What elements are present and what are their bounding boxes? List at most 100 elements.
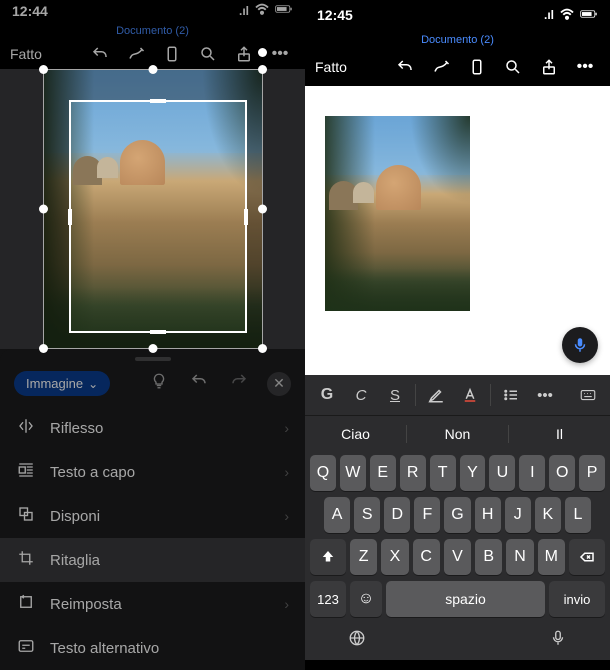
menu-arrange[interactable]: Disponi › xyxy=(0,494,305,538)
key-d[interactable]: D xyxy=(384,497,410,533)
key-enter[interactable]: invio xyxy=(549,581,605,617)
bold-button[interactable]: G xyxy=(311,380,343,410)
suggestion[interactable]: Ciao xyxy=(305,418,406,450)
underline-button[interactable]: S xyxy=(379,380,411,410)
key-backspace[interactable] xyxy=(569,539,605,575)
key-p[interactable]: P xyxy=(579,455,605,491)
key-m[interactable]: M xyxy=(538,539,565,575)
chevron-right-icon: › xyxy=(284,420,289,436)
mobile-icon[interactable] xyxy=(462,52,492,82)
key-r[interactable]: R xyxy=(400,455,426,491)
menu-reflect[interactable]: Riflesso › xyxy=(0,406,305,450)
key-shift[interactable] xyxy=(310,539,346,575)
suggestion-bar: Ciao Non Il xyxy=(305,415,610,451)
format-more-icon[interactable]: ••• xyxy=(529,380,561,410)
canvas[interactable] xyxy=(0,69,305,349)
highlight-icon[interactable] xyxy=(420,380,452,410)
suggestion[interactable]: Il xyxy=(509,418,610,450)
draw-icon[interactable] xyxy=(426,52,456,82)
key-z[interactable]: Z xyxy=(350,539,377,575)
dictation-fab[interactable] xyxy=(562,327,598,363)
key-e[interactable]: E xyxy=(370,455,396,491)
italic-button[interactable]: C xyxy=(345,380,377,410)
key-x[interactable]: X xyxy=(381,539,408,575)
key-k[interactable]: K xyxy=(535,497,561,533)
menu-alt-text[interactable]: Testo alternativo xyxy=(0,626,305,670)
share-icon[interactable] xyxy=(534,52,564,82)
key-space[interactable]: spazio xyxy=(386,581,545,617)
status-bar: 12:45 .ıl xyxy=(305,0,610,30)
reset-icon xyxy=(16,593,36,615)
key-c[interactable]: C xyxy=(413,539,440,575)
key-numeric[interactable]: 123 xyxy=(310,581,346,617)
undo-drawer-icon[interactable] xyxy=(187,372,211,395)
globe-icon[interactable] xyxy=(348,629,366,652)
doc-title[interactable]: Documento (2) xyxy=(0,21,305,39)
image-selected[interactable] xyxy=(43,69,263,349)
crop-overlay[interactable] xyxy=(69,100,247,333)
key-a[interactable]: A xyxy=(324,497,350,533)
more-icon[interactable]: ••• xyxy=(570,52,600,82)
image-options-drawer: Immagine ✕ Riflesso › Testo a capo › Dis… xyxy=(0,349,305,670)
draw-icon[interactable] xyxy=(121,39,151,69)
drawer-grabber[interactable] xyxy=(135,357,171,361)
done-button[interactable]: Fatto xyxy=(10,46,42,62)
key-i[interactable]: I xyxy=(519,455,545,491)
status-time: 12:44 xyxy=(12,3,48,19)
key-emoji[interactable]: ☺ xyxy=(350,581,382,617)
undo-icon[interactable] xyxy=(85,39,115,69)
canvas[interactable] xyxy=(305,86,610,375)
status-time: 12:45 xyxy=(317,7,353,23)
key-q[interactable]: Q xyxy=(310,455,336,491)
key-f[interactable]: F xyxy=(414,497,440,533)
arrange-icon xyxy=(16,505,36,527)
key-o[interactable]: O xyxy=(549,455,575,491)
reflect-icon xyxy=(16,417,36,439)
menu-wrap[interactable]: Testo a capo › xyxy=(0,450,305,494)
search-icon[interactable] xyxy=(193,39,223,69)
key-h[interactable]: H xyxy=(475,497,501,533)
crop-icon xyxy=(16,549,36,571)
done-button[interactable]: Fatto xyxy=(315,59,347,75)
status-bar: 12:44 .ıl xyxy=(0,0,305,21)
key-l[interactable]: L xyxy=(565,497,591,533)
share-icon[interactable] xyxy=(229,39,259,69)
wifi-icon xyxy=(558,5,576,26)
close-drawer-icon[interactable]: ✕ xyxy=(267,372,291,396)
keyboard-toggle-icon[interactable] xyxy=(572,380,604,410)
menu-label: Testo alternativo xyxy=(50,640,159,657)
signal-icon: .ıl xyxy=(239,4,249,18)
font-color-icon[interactable] xyxy=(454,380,486,410)
key-y[interactable]: Y xyxy=(460,455,486,491)
mic-icon[interactable] xyxy=(549,629,567,652)
drawer-header: Immagine ✕ xyxy=(0,371,305,406)
key-j[interactable]: J xyxy=(505,497,531,533)
key-t[interactable]: T xyxy=(430,455,456,491)
menu-crop[interactable]: Ritaglia xyxy=(0,538,305,582)
search-icon[interactable] xyxy=(498,52,528,82)
key-n[interactable]: N xyxy=(506,539,533,575)
chevron-right-icon: › xyxy=(284,508,289,524)
image-content xyxy=(325,116,470,311)
menu-label: Reimposta xyxy=(50,596,122,613)
key-w[interactable]: W xyxy=(340,455,366,491)
suggestion[interactable]: Non xyxy=(407,418,508,450)
list-icon[interactable] xyxy=(495,380,527,410)
key-v[interactable]: V xyxy=(444,539,471,575)
doc-title[interactable]: Documento (2) xyxy=(305,30,610,48)
screen-left: 12:44 .ıl Documento (2) Fatto ••• xyxy=(0,0,305,660)
lightbulb-icon[interactable] xyxy=(147,372,171,395)
key-s[interactable]: S xyxy=(354,497,380,533)
category-chip[interactable]: Immagine xyxy=(14,371,110,396)
battery-icon xyxy=(275,0,293,21)
undo-icon[interactable] xyxy=(390,52,420,82)
menu-reset[interactable]: Reimposta › xyxy=(0,582,305,626)
mobile-icon[interactable] xyxy=(157,39,187,69)
toolbar: Fatto ••• xyxy=(305,48,610,86)
key-g[interactable]: G xyxy=(444,497,470,533)
key-u[interactable]: U xyxy=(489,455,515,491)
image-cropped[interactable] xyxy=(325,116,470,311)
more-icon[interactable]: ••• xyxy=(265,39,295,69)
key-b[interactable]: B xyxy=(475,539,502,575)
chevron-right-icon: › xyxy=(284,464,289,480)
